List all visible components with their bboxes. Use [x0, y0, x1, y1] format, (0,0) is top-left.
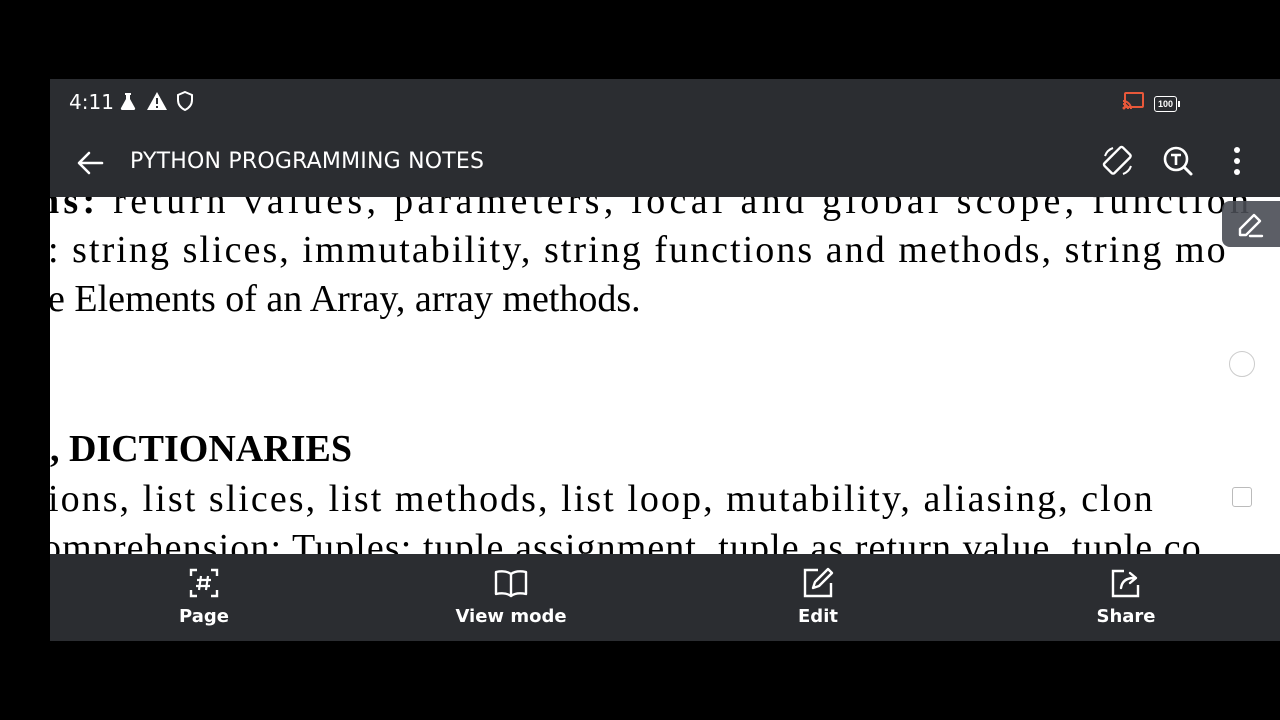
app-toolbar: PYTHON PROGRAMMING NOTES [50, 125, 1280, 197]
document-heading: , DICTIONARIES [50, 428, 352, 470]
flask-icon [118, 91, 138, 116]
document-line: ns: return values, parameters, local and… [50, 197, 1254, 222]
arrow-left-icon [77, 151, 104, 175]
status-bar: 4:11 100 [50, 79, 1280, 125]
document-line: e Elements of an Array, array methods. [50, 278, 641, 320]
document-line: : string slices, immutability, string fu… [50, 229, 1228, 271]
warning-icon [146, 91, 168, 116]
share-button[interactable]: Share [1056, 566, 1196, 627]
more-vert-icon [1234, 147, 1240, 175]
share-icon [1109, 566, 1143, 600]
pen-annotate-icon [1238, 213, 1264, 238]
app-screen: 4:11 100 PYTHON PROGRAMMING NOTES s: ret… [50, 79, 1280, 641]
cast-icon [1122, 92, 1144, 115]
bottom-navigation: Page View mode Edit Share [50, 554, 1280, 641]
shield-icon [176, 90, 194, 116]
annotate-button[interactable] [1222, 201, 1280, 247]
more-options-button[interactable] [1219, 143, 1255, 179]
edit-button[interactable]: Edit [748, 566, 888, 627]
text-search-button[interactable] [1160, 143, 1196, 179]
view-mode-button[interactable]: View mode [441, 566, 581, 627]
page-grid-icon [187, 566, 221, 600]
rotate-icon [1102, 145, 1132, 175]
pdf-page-view[interactable]: ns: return values, parameters, local and… [50, 197, 1280, 554]
scroll-handle[interactable] [1229, 351, 1255, 377]
battery-icon: 100 [1154, 95, 1181, 112]
back-button[interactable] [74, 147, 106, 179]
status-left-icons [118, 90, 194, 116]
status-right-icons: 100 [1122, 92, 1181, 115]
document-title: PYTHON PROGRAMMING NOTES [130, 149, 485, 174]
document-line: ions, list slices, list methods, list lo… [50, 478, 1155, 520]
book-icon [494, 566, 528, 600]
text-search-icon [1163, 146, 1193, 176]
status-time: 4:11 [69, 90, 114, 114]
edit-icon [801, 566, 835, 600]
page-thumbnail-icon [1232, 487, 1252, 507]
rotate-button[interactable] [1100, 143, 1136, 179]
document-line: omprehension; Tuples: tuple assignment, … [50, 527, 1202, 554]
page-button[interactable]: Page [134, 566, 274, 627]
